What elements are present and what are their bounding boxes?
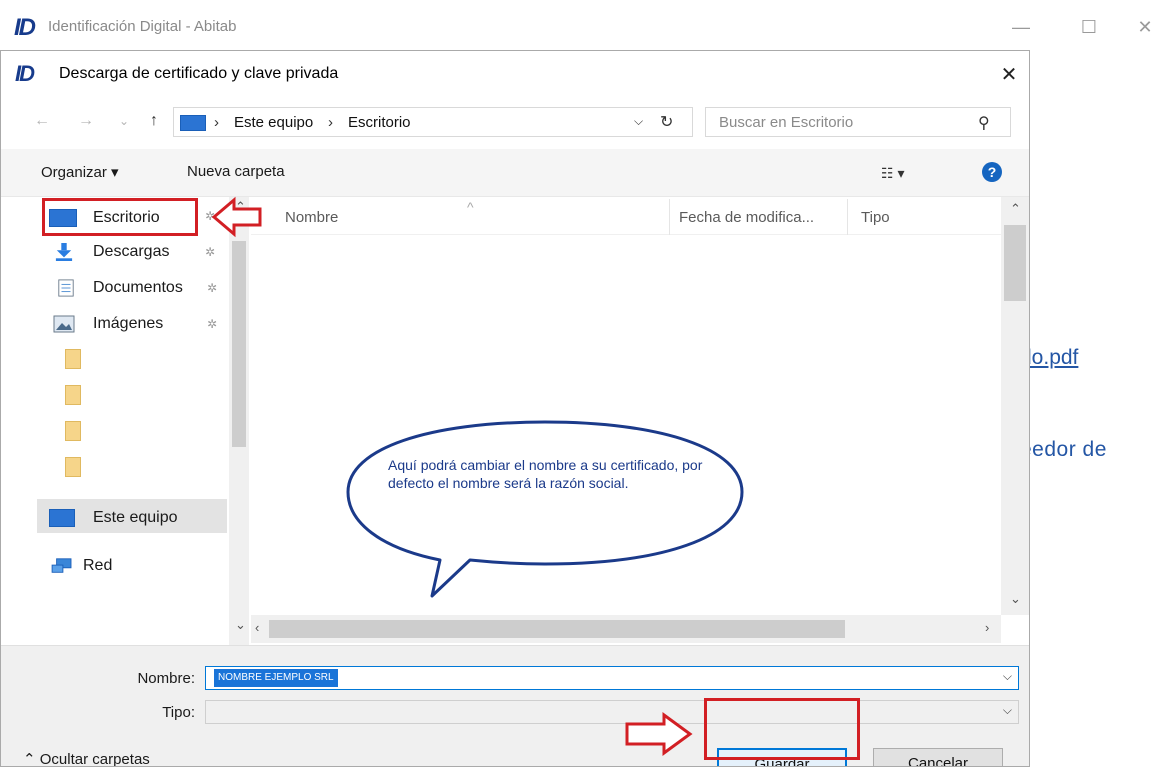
sidebar-item-label: Red <box>83 557 113 574</box>
scroll-down-icon[interactable]: ⌄ <box>235 617 246 633</box>
sidebar-item-pictures[interactable]: Imágenes <box>41 309 211 339</box>
left-arrow-annotation-icon <box>211 196 262 238</box>
computer-icon <box>49 509 75 527</box>
filename-label: Nombre: <box>137 670 195 687</box>
network-icon <box>51 558 72 573</box>
this-pc-icon <box>180 115 206 131</box>
sidebar-item-network[interactable]: Red <box>41 551 181 581</box>
address-bar[interactable]: › Este equipo › Escritorio ⌵ ↻ <box>173 107 693 137</box>
pin-icon[interactable]: ✲ <box>207 281 217 295</box>
documents-icon <box>58 279 74 297</box>
folder-icon[interactable] <box>65 421 81 441</box>
scroll-right-icon[interactable]: › <box>985 620 989 635</box>
crumb-this-pc[interactable]: Este equipo <box>234 114 313 131</box>
new-folder-button[interactable]: Nueva carpeta <box>187 163 285 180</box>
search-input[interactable] <box>707 109 967 135</box>
dialog-footer: Nombre: NOMBRE EJEMPLO SRL ⌵ Tipo: ⌵ ⌃ O… <box>1 645 1029 766</box>
dialog-close-button[interactable]: ✕ <box>989 55 1029 95</box>
crumb-separator: › <box>328 114 333 131</box>
navigation-scrollbar[interactable]: ⌃ <box>229 197 249 645</box>
sidebar-item-downloads[interactable]: Descargas <box>41 237 211 267</box>
scrollbar-thumb[interactable] <box>269 620 845 638</box>
file-list-header: ^ Nombre Fecha de modifica... Tipo <box>251 199 1001 235</box>
file-list-horizontal-scrollbar[interactable]: ‹ › <box>251 615 1001 643</box>
cancel-button[interactable]: Cancelar <box>873 748 1003 766</box>
dialog-logo: ID <box>15 61 35 86</box>
pin-icon[interactable]: ✲ <box>205 245 215 259</box>
folder-icon[interactable] <box>65 457 81 477</box>
folder-icon[interactable] <box>65 385 81 405</box>
command-bar: Organizar ▾ Nueva carpeta ☷ ▾ ? <box>1 149 1029 197</box>
save-dialog: ID Descarga de certificado y clave priva… <box>0 50 1030 767</box>
right-arrow-annotation-icon <box>625 712 693 756</box>
scroll-down-icon[interactable]: ⌄ <box>1010 591 1021 607</box>
pin-icon[interactable]: ✲ <box>207 317 217 331</box>
sort-indicator-icon: ^ <box>467 199 474 215</box>
dialog-title: Descarga de certificado y clave privada <box>59 65 339 82</box>
column-header-name[interactable]: Nombre <box>285 209 338 226</box>
app-logo: ID <box>14 14 36 41</box>
background-text: eedor de <box>1020 438 1107 461</box>
app-titlebar: ID Identificación Digital - Abitab — ☐ ✕ <box>0 0 1160 52</box>
address-dropdown-icon[interactable]: ⌵ <box>634 114 643 129</box>
callout-bubble <box>346 420 744 598</box>
sidebar-item-label: Este equipo <box>93 509 178 526</box>
sidebar-item-this-pc[interactable]: Este equipo <box>41 503 221 533</box>
sidebar-item-label: Descargas <box>93 243 170 260</box>
desktop-highlight-box <box>42 198 198 236</box>
column-header-type[interactable]: Tipo <box>861 209 890 226</box>
column-header-date[interactable]: Fecha de modifica... <box>679 209 814 226</box>
file-list-vertical-scrollbar[interactable]: ⌃ ⌄ <box>1001 197 1029 615</box>
navigation-pane: Escritorio ✲ Descargas ✲ Documentos ✲ Im… <box>1 197 253 645</box>
recent-locations-button[interactable]: ⌄ <box>113 109 135 133</box>
up-button[interactable]: ↑ <box>143 109 165 133</box>
sidebar-item-label: Imágenes <box>93 315 164 332</box>
app-close-button[interactable]: ✕ <box>1130 12 1160 42</box>
save-highlight-box <box>704 698 860 760</box>
refresh-icon[interactable]: ↻ <box>660 112 673 132</box>
filename-value[interactable]: NOMBRE EJEMPLO SRL <box>214 669 338 687</box>
scroll-up-icon[interactable]: ⌃ <box>1010 201 1021 217</box>
filetype-label: Tipo: <box>162 704 195 721</box>
filetype-select[interactable]: ⌵ <box>205 700 1019 724</box>
filename-input[interactable]: NOMBRE EJEMPLO SRL ⌵ <box>205 666 1019 690</box>
minimize-button[interactable]: — <box>1006 12 1036 42</box>
download-icon <box>55 243 73 261</box>
app-title: Identificación Digital - Abitab <box>48 18 237 35</box>
scrollbar-thumb[interactable] <box>1004 225 1026 301</box>
sidebar-item-documents[interactable]: Documentos <box>41 273 211 303</box>
column-divider[interactable] <box>669 199 670 235</box>
search-box: ⚲ <box>705 107 1011 137</box>
callout-text: Aquí podrá cambiar el nombre a su certif… <box>388 457 703 491</box>
hide-folders-toggle[interactable]: ⌃ Ocultar carpetas <box>23 750 150 766</box>
view-options-icon[interactable]: ☷ ▾ <box>881 165 904 182</box>
back-button[interactable]: ← <box>31 109 53 133</box>
scroll-left-icon[interactable]: ‹ <box>255 620 259 635</box>
filename-dropdown-icon[interactable]: ⌵ <box>1003 669 1012 684</box>
filetype-dropdown-icon[interactable]: ⌵ <box>1003 703 1012 718</box>
sidebar-item-label: Documentos <box>93 279 183 296</box>
maximize-button[interactable]: ☐ <box>1074 12 1104 42</box>
help-icon[interactable]: ? <box>982 162 1002 182</box>
folder-icon[interactable] <box>65 349 81 369</box>
dialog-titlebar: ID Descarga de certificado y clave priva… <box>1 51 1029 99</box>
forward-button[interactable]: → <box>75 109 97 133</box>
search-icon[interactable]: ⚲ <box>978 113 990 133</box>
column-divider[interactable] <box>847 199 848 235</box>
scrollbar-thumb[interactable] <box>232 241 246 447</box>
crumb-desktop[interactable]: Escritorio <box>348 114 411 131</box>
crumb-separator: › <box>214 114 219 131</box>
organize-menu[interactable]: Organizar ▾ <box>41 163 119 181</box>
pictures-icon <box>53 315 75 333</box>
